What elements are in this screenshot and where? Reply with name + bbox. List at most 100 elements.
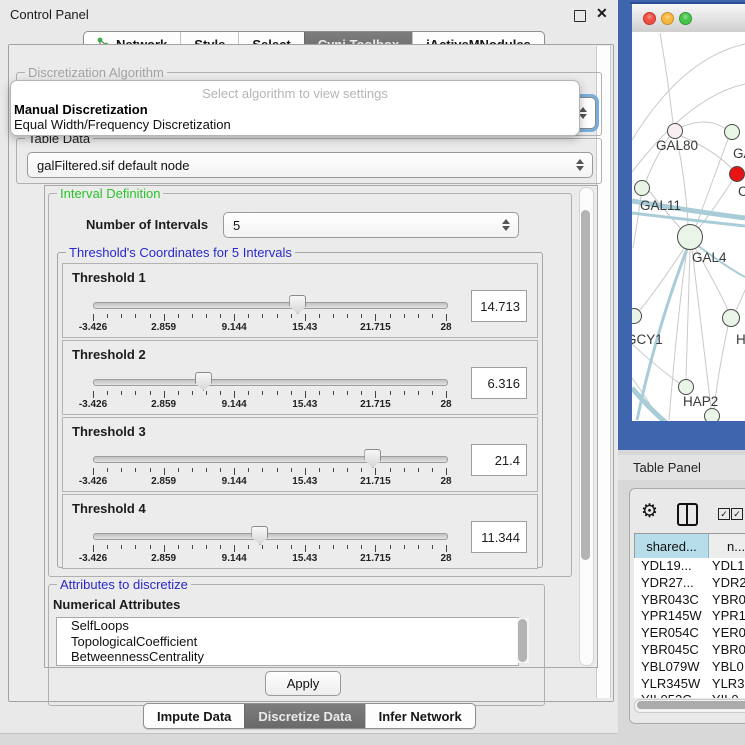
network-edge[interactable] [682, 122, 726, 129]
tab-impute-data[interactable]: Impute Data [144, 704, 244, 728]
threshold-slider-track[interactable] [93, 302, 448, 309]
table-data-combobox[interactable]: galFiltered.sif default node [27, 152, 593, 178]
close-traffic-light[interactable] [643, 12, 656, 25]
threshold-slider-track[interactable] [93, 456, 448, 463]
table-row[interactable]: YPR145WYPR1 [634, 608, 745, 625]
node-label: H [736, 332, 745, 347]
network-node[interactable] [705, 409, 720, 422]
attributes-scrollbar[interactable] [517, 618, 529, 663]
node-label: GAL4 [692, 250, 727, 265]
threshold-slider-thumb[interactable] [289, 295, 306, 314]
table-row[interactable]: YDL19...YDL1 [634, 558, 745, 575]
num-intervals-combobox[interactable]: 5 [223, 212, 519, 238]
attributes-title: Attributes to discretize [57, 577, 191, 592]
table-panel: ⚙ ✓ ✓ shared... n... YDL19...YDL1YDR27..… [629, 488, 745, 724]
num-intervals-label: Number of Intervals [86, 217, 208, 232]
node-label: GAL80 [656, 138, 698, 153]
threshold-slider-track[interactable] [93, 533, 448, 540]
network-edge[interactable] [640, 247, 685, 310]
network-window: GAL80 GA C GAL11 GAL4 GCY1 H HAP2 [618, 0, 745, 450]
network-edge[interactable] [660, 33, 673, 123]
network-node[interactable] [679, 380, 694, 395]
threshold-value-field[interactable]: 21.4 [471, 444, 527, 476]
threshold-value-field[interactable]: 11.344 [471, 521, 527, 553]
threshold-slider-thumb[interactable] [195, 372, 212, 391]
thresholds-groupbox: Threshold's Coordinates for 5 Intervals … [57, 252, 543, 568]
table-data-value: galFiltered.sif default node [28, 158, 189, 173]
num-intervals-value: 5 [224, 218, 240, 233]
network-edge[interactable] [692, 249, 711, 408]
control-panel: Control Panel ✕ NetworkStyleSelectCyni T… [0, 0, 618, 745]
table-row[interactable]: YBR045CYBR0 [634, 642, 745, 659]
table-row[interactable]: YDR27...YDR2 [634, 575, 745, 592]
settings-scrollbar-thumb[interactable] [581, 210, 590, 560]
threshold-label: Threshold 3 [72, 424, 146, 439]
network-node[interactable] [632, 309, 642, 324]
attribute-item[interactable]: BetweennessCentrality [57, 649, 518, 665]
attribute-item[interactable]: TopologicalCoefficient [57, 634, 518, 650]
network-edge[interactable] [686, 250, 690, 379]
settings-scrollpane: Interval Definition Number of Intervals … [44, 185, 598, 668]
numerical-attributes-list[interactable]: SelfLoopsTopologicalCoefficientBetweenne… [56, 617, 519, 666]
dropdown-option-equal-width[interactable]: Equal Width/Frequency Discretization [14, 117, 231, 132]
interval-definition-groupbox: Interval Definition Number of Intervals … [48, 193, 572, 577]
control-panel-titlebar: Control Panel ✕ [0, 0, 618, 28]
combo-arrows-icon [576, 159, 584, 171]
network-canvas[interactable]: GAL80 GA C GAL11 GAL4 GCY1 H HAP2 [632, 32, 745, 421]
table-row[interactable]: YBL079WYBL0 [634, 659, 745, 676]
settings-scrollbar[interactable] [579, 187, 594, 666]
column-header-shared-name[interactable]: shared... [634, 534, 709, 558]
bottom-strip [0, 733, 618, 745]
table-panel-titlebar: Table Panel [618, 455, 745, 480]
table-hscrollbar[interactable] [634, 699, 745, 713]
network-node[interactable] [723, 310, 740, 327]
tab-discretize-data[interactable]: Discretize Data [244, 704, 364, 728]
table-row[interactable]: YLR345WYLR3 [634, 676, 745, 693]
float-window-icon[interactable] [574, 10, 586, 22]
table-row[interactable]: YBR043CYBR0 [634, 592, 745, 609]
threshold-value-field[interactable]: 6.316 [471, 367, 527, 399]
screen: Control Panel ✕ NetworkStyleSelectCyni T… [0, 0, 745, 745]
threshold-row-2: Threshold 2-3.4262.8599.14415.4321.71528… [62, 340, 538, 415]
combo-arrows-icon [502, 219, 510, 231]
network-edge[interactable] [736, 290, 745, 310]
tab-infer-network[interactable]: Infer Network [365, 704, 475, 728]
table-hscrollbar-thumb[interactable] [637, 701, 745, 709]
table-rows[interactable]: YDL19...YDL1YDR27...YDR2YBR043CYBR0YPR14… [634, 558, 745, 698]
table-row[interactable]: YER054CYER0 [634, 625, 745, 642]
node-label: HAP2 [683, 394, 718, 409]
checkbox-icon[interactable]: ✓ [731, 508, 743, 520]
attribute-item[interactable]: SelfLoops [57, 618, 518, 634]
network-node[interactable] [678, 225, 703, 250]
network-node[interactable] [635, 181, 650, 196]
threshold-slider-track[interactable] [93, 379, 448, 386]
network-node[interactable] [725, 125, 740, 140]
node-label: GCY1 [632, 332, 663, 347]
gear-icon[interactable]: ⚙ [641, 500, 658, 523]
threshold-slider-thumb[interactable] [364, 449, 381, 468]
apply-button[interactable]: Apply [265, 671, 341, 696]
threshold-row-1: Threshold 1-3.4262.8599.14415.4321.71528… [62, 263, 538, 338]
network-node[interactable] [730, 167, 745, 182]
zoom-traffic-light[interactable] [679, 12, 692, 25]
threshold-slider-thumb[interactable] [251, 526, 268, 545]
node-label: GA [733, 146, 745, 161]
table-row[interactable]: YIL052CYIL0 [634, 692, 745, 698]
threshold-label: Threshold 1 [72, 270, 146, 285]
column-header-name[interactable]: n... [709, 534, 745, 558]
checkbox-icon[interactable]: ✓ [718, 508, 730, 520]
table-header-row: shared... n... [634, 533, 745, 559]
node-label: C [738, 184, 745, 199]
dropdown-option-manual[interactable]: Manual Discretization [14, 102, 148, 117]
node-label: GAL11 [640, 198, 681, 213]
close-icon[interactable]: ✕ [596, 5, 608, 22]
minimize-traffic-light[interactable] [661, 12, 674, 25]
threshold-value-field[interactable]: 14.713 [471, 290, 527, 322]
columns-icon[interactable] [677, 503, 698, 526]
interval-definition-title: Interval Definition [57, 186, 163, 201]
numerical-attributes-label: Numerical Attributes [53, 597, 180, 612]
algorithm-dropdown-popup: Select algorithm to view settings Manual… [10, 80, 580, 136]
network-window-titlebar[interactable] [632, 4, 745, 33]
network-node[interactable] [668, 124, 683, 139]
threshold-rows: Threshold 1-3.4262.8599.14415.4321.71528… [62, 263, 538, 571]
